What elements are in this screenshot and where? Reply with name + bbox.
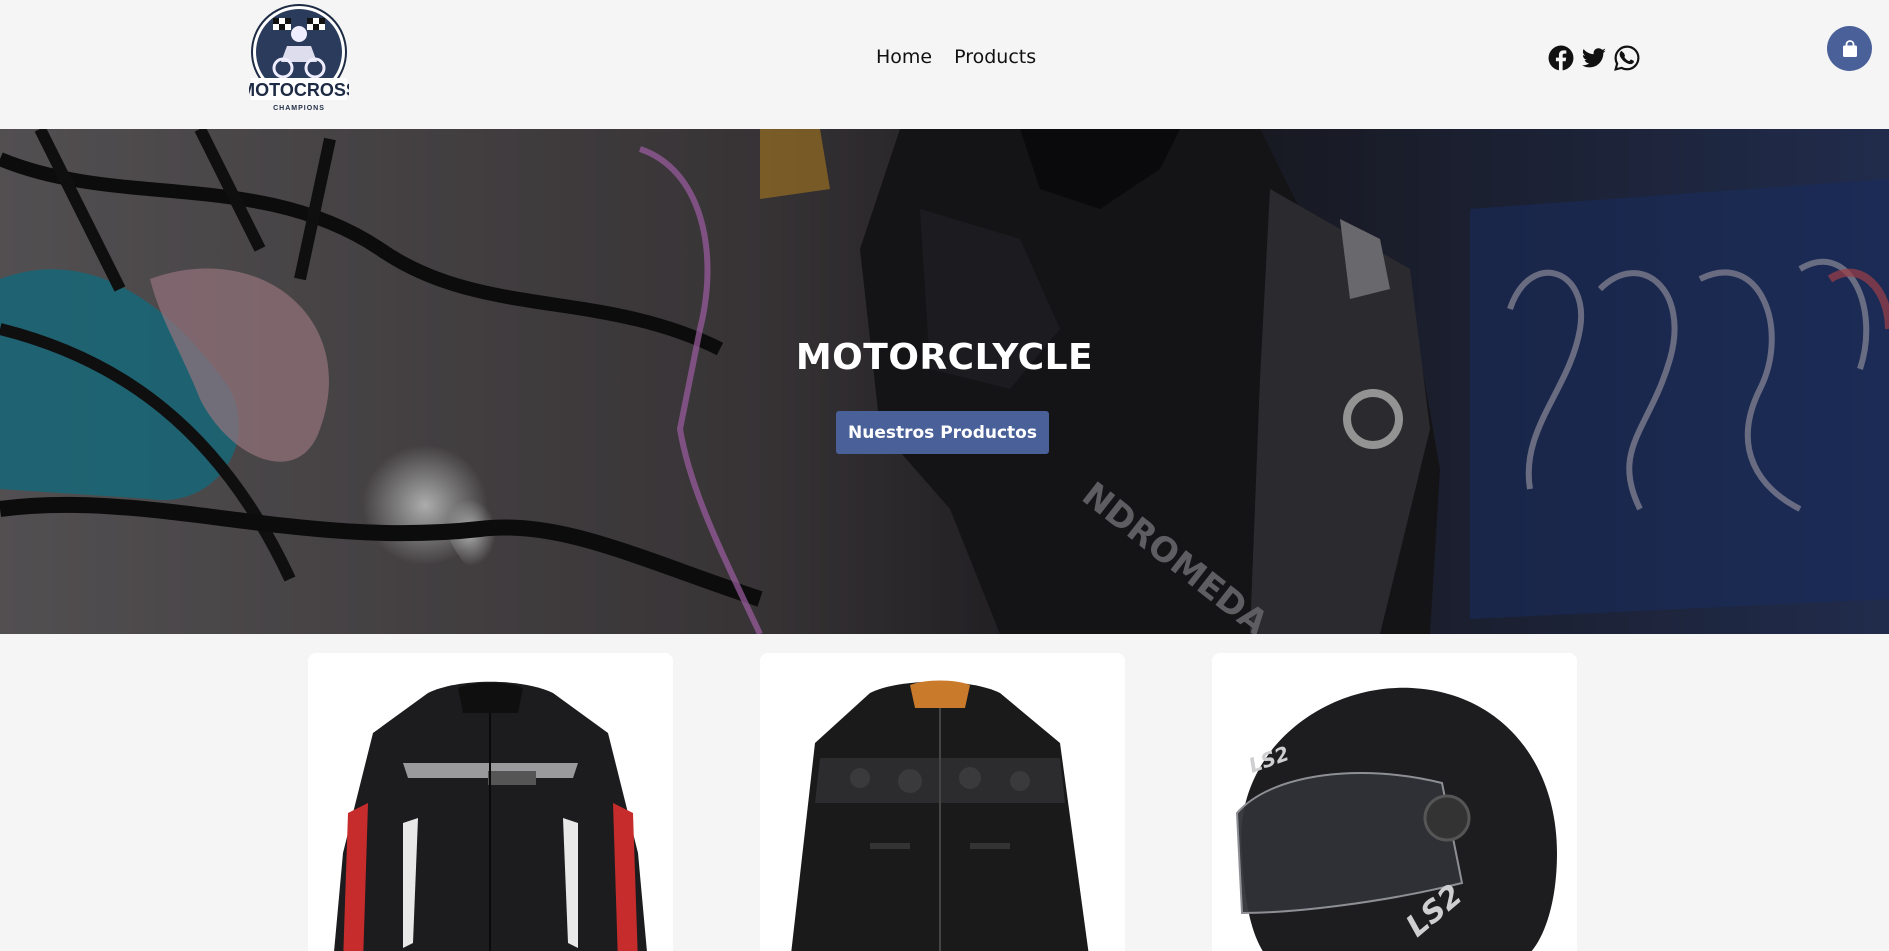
shopping-bag-icon xyxy=(1842,39,1857,57)
nav-home-link[interactable]: Home xyxy=(876,46,932,68)
product-card[interactable] xyxy=(308,653,673,951)
whatsapp-icon[interactable] xyxy=(1614,45,1640,71)
facebook-icon[interactable] xyxy=(1548,45,1574,71)
hero-overlay xyxy=(0,129,1889,634)
leather-jacket-image xyxy=(791,680,1089,951)
textile-jacket-image xyxy=(334,681,647,951)
brand-logo[interactable]: MOTOCROSS CHAMPIONS xyxy=(240,2,358,114)
main-nav: Home Products xyxy=(876,46,1036,68)
twitter-icon[interactable] xyxy=(1581,45,1607,71)
product-card[interactable] xyxy=(760,653,1125,951)
nav-products-link[interactable]: Products xyxy=(954,46,1036,68)
site-header: MOTOCROSS CHAMPIONS Home Products xyxy=(0,0,1889,129)
cart-button[interactable] xyxy=(1827,26,1872,71)
product-card[interactable]: LS2 LS2 xyxy=(1212,653,1577,951)
hero-banner: NDROMEDA MOTORCLYCLE Nuestros Productos xyxy=(0,129,1889,634)
svg-text:CHAMPIONS: CHAMPIONS xyxy=(273,105,325,112)
svg-text:MOTOCROSS: MOTOCROSS xyxy=(249,80,349,100)
hero-title: MOTORCLYCLE xyxy=(795,337,1094,378)
our-products-button[interactable]: Nuestros Productos xyxy=(836,411,1049,454)
social-links xyxy=(1548,45,1640,71)
helmet-image: LS2 LS2 xyxy=(1235,687,1557,951)
